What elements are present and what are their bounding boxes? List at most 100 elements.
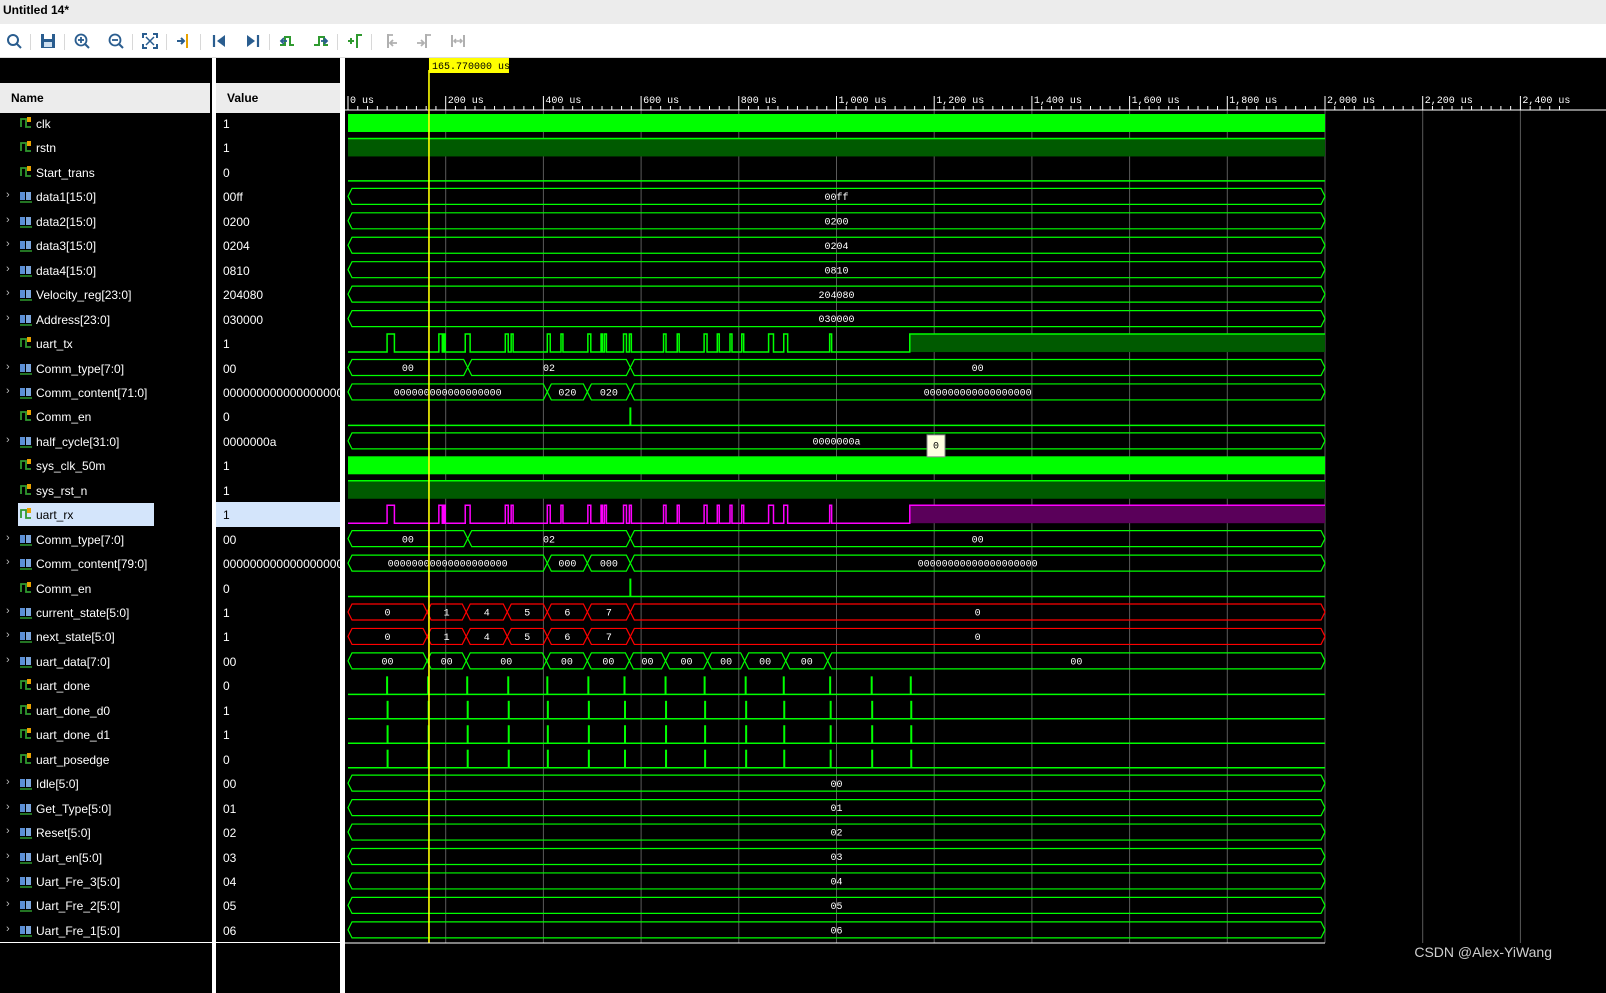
expand-chevron-icon[interactable]: › [6,825,10,837]
signal-value-row[interactable]: 0000000a [216,429,340,454]
signal-row[interactable]: › Address[23:0] [0,307,212,332]
next-transition-icon[interactable] [310,30,332,52]
expand-chevron-icon[interactable]: › [6,238,10,250]
signal-value-row[interactable]: 1 [216,624,340,649]
signal-row[interactable]: Start_trans [0,160,212,185]
expand-chevron-icon[interactable]: › [6,654,10,666]
signal-row[interactable]: clk [0,111,212,136]
value-column-header[interactable]: Value [216,83,340,113]
signal-value-row[interactable]: 000000000000000000 [216,380,340,405]
name-column-header[interactable]: Name [0,83,210,113]
signal-row[interactable]: › next_state[5:0] [0,624,212,649]
signal-value-row[interactable]: 0204 [216,233,340,258]
expand-chevron-icon[interactable]: › [6,850,10,862]
signal-row[interactable]: › data2[15:0] [0,209,212,234]
signal-row[interactable]: uart_done [0,673,212,698]
signal-row[interactable]: › data4[15:0] [0,258,212,283]
signal-row[interactable]: › Idle[5:0] [0,771,212,796]
expand-chevron-icon[interactable]: › [6,214,10,226]
signal-row[interactable]: › Get_Type[5:0] [0,796,212,821]
signal-value-row[interactable]: 00 [216,771,340,796]
signal-value-row[interactable]: 0810 [216,258,340,283]
signal-row[interactable]: uart_done_d1 [0,722,212,747]
signal-value-row[interactable]: 1 [216,331,340,356]
save-icon[interactable] [37,30,59,52]
zoom-in-icon[interactable] [71,30,93,52]
signal-value-row[interactable]: 0 [216,404,340,429]
signal-row[interactable]: › Uart_Fre_1[5:0] [0,918,212,943]
signal-value-row[interactable]: 204080 [216,282,340,307]
signal-row[interactable]: rstn [0,135,212,160]
waveform-canvas[interactable]: 0 us 200 us 400 us 600 us 800 us 1,000 us 1,20… [345,58,1606,993]
signal-row[interactable]: uart_done_d0 [0,698,212,723]
signal-row[interactable]: › Uart_en[5:0] [0,845,212,870]
signal-value-row[interactable]: 1 [216,698,340,723]
signal-row[interactable]: › data3[15:0] [0,233,212,258]
signal-value-row[interactable]: 030000 [216,307,340,332]
signal-value-row[interactable]: 02 [216,820,340,845]
signal-row[interactable]: › Uart_Fre_2[5:0] [0,893,212,918]
signal-value-row[interactable]: 00 [216,356,340,381]
zoom-out-icon[interactable] [105,30,127,52]
signal-value-row[interactable]: 0 [216,673,340,698]
expand-chevron-icon[interactable]: › [6,605,10,617]
signal-value-row[interactable]: 1 [216,111,340,136]
expand-chevron-icon[interactable]: › [6,556,10,568]
expand-chevron-icon[interactable]: › [6,801,10,813]
expand-chevron-icon[interactable]: › [6,629,10,641]
signal-row[interactable]: › Comm_content[71:0] [0,380,212,405]
signal-row[interactable]: › half_cycle[31:0] [0,429,212,454]
signal-value-row[interactable]: 01 [216,796,340,821]
signal-value-row[interactable]: 0 [216,747,340,772]
signal-row[interactable]: sys_clk_50m [0,453,212,478]
expand-chevron-icon[interactable]: › [6,874,10,886]
signal-row[interactable]: uart_tx [0,331,212,356]
signal-row[interactable]: Comm_en [0,576,212,601]
zoom-fit-icon[interactable] [139,30,161,52]
expand-chevron-icon[interactable]: › [6,434,10,446]
previous-transition-icon[interactable] [276,30,298,52]
signal-row[interactable]: › Reset[5:0] [0,820,212,845]
signal-value-row[interactable]: 1 [216,453,340,478]
signal-row[interactable]: › Uart_Fre_3[5:0] [0,869,212,894]
signal-value-row[interactable]: 00 [216,649,340,674]
previous-marker-icon[interactable] [379,30,401,52]
signal-value-row[interactable]: 06 [216,918,340,943]
signal-value-row[interactable]: 04 [216,869,340,894]
add-marker-icon[interactable] [344,30,366,52]
signal-value-row[interactable]: 00ff [216,184,340,209]
signal-value-row[interactable]: 0200 [216,209,340,234]
go-to-last-time-icon[interactable] [242,30,264,52]
signal-value-row[interactable]: 00000000000000000000 [216,551,340,576]
signal-value-row[interactable]: 1 [216,135,340,160]
signal-value-row[interactable]: 1 [216,600,340,625]
signal-row[interactable]: › Comm_type[7:0] [0,356,212,381]
go-to-cursor-icon[interactable] [173,30,195,52]
signal-value-row[interactable]: 03 [216,845,340,870]
signal-value-row[interactable]: 0 [216,576,340,601]
expand-chevron-icon[interactable]: › [6,776,10,788]
signal-value-row[interactable]: 1 [216,722,340,747]
expand-chevron-icon[interactable]: › [6,361,10,373]
signal-value-row[interactable]: 1 [216,502,340,528]
signal-row[interactable]: uart_rx [0,502,212,527]
signal-value-row[interactable]: 05 [216,893,340,918]
signal-row[interactable]: Comm_en [0,404,212,429]
expand-chevron-icon[interactable]: › [6,189,10,201]
expand-chevron-icon[interactable]: › [6,532,10,544]
signal-value-row[interactable]: 0 [216,160,340,185]
signal-value-row[interactable]: 00 [216,527,340,552]
signal-row[interactable]: › Comm_content[79:0] [0,551,212,576]
expand-chevron-icon[interactable]: › [6,923,10,935]
go-to-time-zero-icon[interactable] [208,30,230,52]
signal-row[interactable]: sys_rst_n [0,478,212,503]
expand-chevron-icon[interactable]: › [6,287,10,299]
expand-chevron-icon[interactable]: › [6,312,10,324]
signal-row[interactable]: › Comm_type[7:0] [0,527,212,552]
expand-chevron-icon[interactable]: › [6,898,10,910]
signal-row[interactable]: › current_state[5:0] [0,600,212,625]
expand-chevron-icon[interactable]: › [6,263,10,275]
search-icon[interactable] [3,30,25,52]
expand-chevron-icon[interactable]: › [6,385,10,397]
signal-row[interactable]: uart_posedge [0,747,212,772]
